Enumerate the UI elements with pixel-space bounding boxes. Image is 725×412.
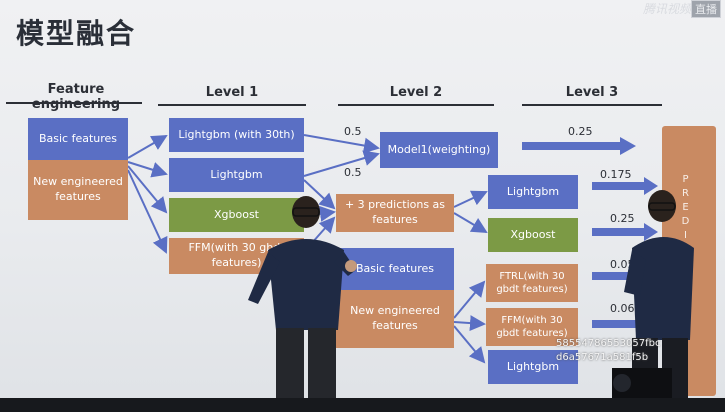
video-frame: 模型融合 腾讯视频 直播 Feature engineering Level 1…: [0, 0, 725, 412]
overlay-hash-2: d6a57671a581f5b: [556, 352, 649, 363]
overlay-hash-1: 58554786553057fbc: [556, 338, 661, 349]
presenter-right: [624, 190, 694, 398]
presenters: [248, 190, 694, 400]
presenter-left: [248, 196, 357, 400]
camera: [612, 368, 672, 398]
stage-floor: [0, 398, 725, 412]
